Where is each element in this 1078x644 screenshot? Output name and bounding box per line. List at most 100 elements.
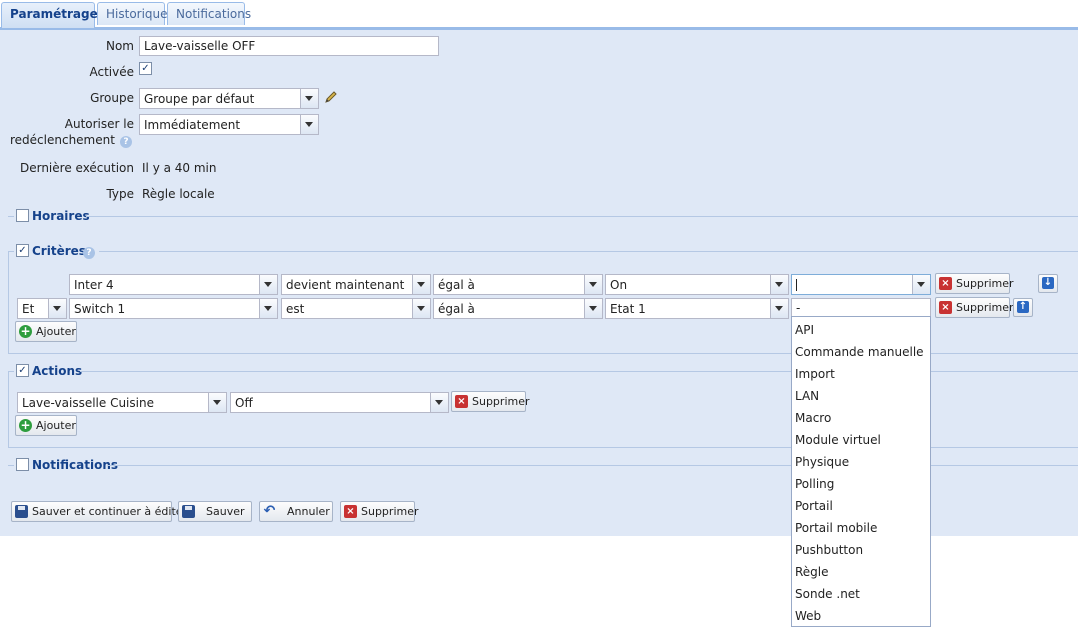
action-delete-label: Supprimer bbox=[472, 395, 530, 408]
criteria-delete-button[interactable]: × Supprimer bbox=[935, 273, 1014, 294]
criteria-device-select[interactable]: Inter 4 bbox=[69, 274, 278, 295]
chevron-down-icon[interactable] bbox=[412, 275, 430, 294]
chevron-down-icon[interactable] bbox=[770, 275, 788, 294]
save-label: Sauver bbox=[206, 505, 245, 518]
criteria-value-value: On bbox=[610, 278, 628, 292]
tab-notifications[interactable]: Notifications bbox=[167, 2, 251, 25]
criteria-value-select[interactable]: Etat 1 bbox=[605, 298, 789, 319]
groupe-select[interactable]: Groupe par défaut bbox=[139, 88, 319, 109]
dropdown-option[interactable]: Physique bbox=[795, 451, 849, 473]
floppy-disk-icon bbox=[15, 505, 28, 518]
dropdown-option[interactable]: Pushbutton bbox=[795, 539, 863, 561]
horaires-checkbox[interactable] bbox=[16, 209, 29, 222]
chevron-down-icon[interactable] bbox=[584, 299, 602, 318]
autoriser-select[interactable]: Immédiatement bbox=[139, 114, 319, 135]
redeclenchement-label: redéclenchement bbox=[10, 133, 115, 147]
dropdown-option[interactable]: Sonde .net bbox=[795, 583, 860, 605]
criteria-device-value: Inter 4 bbox=[74, 278, 114, 292]
criteres-legend: Critères bbox=[32, 244, 86, 258]
criteria-comparison-select[interactable]: égal à bbox=[433, 274, 603, 295]
criteria-value-select[interactable]: On bbox=[605, 274, 789, 295]
action-value-value: Off bbox=[235, 396, 253, 410]
chevron-down-icon[interactable] bbox=[430, 393, 448, 412]
chevron-down-icon[interactable] bbox=[259, 299, 277, 318]
chevron-down-icon[interactable] bbox=[770, 299, 788, 318]
activee-checkbox[interactable]: ✓ bbox=[139, 62, 152, 75]
dropdown-option[interactable]: Web bbox=[795, 605, 821, 627]
notifications-legend: Notifications bbox=[32, 458, 119, 472]
dropdown-option[interactable]: Portail mobile bbox=[795, 517, 877, 539]
chevron-down-icon[interactable] bbox=[584, 275, 602, 294]
save-continue-button[interactable]: Sauver et continuer à éditer bbox=[11, 501, 187, 522]
move-down-button[interactable]: ↓ bbox=[1038, 274, 1058, 293]
criteria-delete-button[interactable]: × Supprimer bbox=[935, 297, 1014, 318]
criteria-operator-value: est bbox=[286, 302, 305, 316]
dropdown-option[interactable]: Polling bbox=[795, 473, 834, 495]
delete-icon: × bbox=[939, 277, 952, 290]
derniere-execution-value: Il y a 40 min bbox=[142, 161, 217, 175]
chevron-down-icon[interactable] bbox=[259, 275, 277, 294]
criteria-conjunction-value: Et bbox=[22, 302, 35, 316]
type-value: Règle locale bbox=[142, 187, 215, 201]
dropdown-option[interactable]: Import bbox=[795, 363, 835, 385]
criteria-add-button[interactable]: + Ajouter bbox=[15, 321, 77, 342]
pencil-icon[interactable] bbox=[323, 89, 339, 105]
criteria-comparison-select[interactable]: égal à bbox=[433, 298, 603, 319]
chevron-down-icon[interactable] bbox=[208, 393, 226, 412]
groupe-select-value: Groupe par défaut bbox=[144, 92, 255, 106]
chevron-down-icon[interactable] bbox=[412, 299, 430, 318]
delete-label: Supprimer bbox=[361, 505, 419, 518]
save-button[interactable]: Sauver bbox=[178, 501, 252, 522]
tab-parametrage[interactable]: Paramétrage bbox=[1, 2, 98, 28]
add-icon: + bbox=[19, 418, 32, 432]
chevron-down-icon[interactable] bbox=[48, 299, 66, 318]
nom-input[interactable]: Lave-vaisselle OFF bbox=[139, 36, 439, 56]
criteria-operator-select[interactable]: est bbox=[281, 298, 431, 319]
divider bbox=[8, 216, 14, 217]
actions-checkbox[interactable]: ✓ bbox=[16, 364, 29, 377]
groupe-label: Groupe bbox=[90, 91, 134, 105]
divider bbox=[8, 371, 14, 372]
criteria-operator-value: devient maintenant bbox=[286, 278, 405, 292]
autoriser-label: Autoriser le bbox=[64, 117, 134, 131]
criteria-conjunction-select[interactable]: Et bbox=[17, 298, 67, 319]
dropdown-option[interactable]: Macro bbox=[795, 407, 831, 429]
help-icon[interactable]: ? bbox=[120, 136, 132, 148]
dropdown-option[interactable]: API bbox=[795, 319, 814, 341]
actions-legend: Actions bbox=[32, 364, 83, 378]
dropdown-option[interactable]: Commande manuelle bbox=[795, 341, 924, 363]
tab-bar: Paramétrage Historique Notifications bbox=[0, 0, 1078, 28]
divider bbox=[8, 251, 14, 252]
chevron-down-icon[interactable] bbox=[300, 115, 318, 134]
criteria-source-select[interactable] bbox=[791, 274, 931, 295]
chevron-down-icon[interactable] bbox=[300, 89, 318, 108]
criteria-add-label: Ajouter bbox=[36, 325, 76, 338]
criteres-checkbox[interactable]: ✓ bbox=[16, 244, 29, 257]
arrow-up-icon: ↑ bbox=[1017, 301, 1029, 313]
notifications-checkbox[interactable] bbox=[16, 458, 29, 471]
delete-button[interactable]: × Supprimer bbox=[340, 501, 419, 522]
action-value-select[interactable]: Off bbox=[230, 392, 449, 413]
action-device-select[interactable]: Lave-vaisselle Cuisine bbox=[17, 392, 227, 413]
help-icon[interactable]: ? bbox=[83, 247, 95, 259]
criteria-device-select[interactable]: Switch 1 bbox=[69, 298, 278, 319]
cancel-button[interactable]: ↶ Annuler bbox=[259, 501, 333, 522]
arrow-down-icon: ↓ bbox=[1042, 277, 1054, 289]
move-up-button[interactable]: ↑ bbox=[1013, 298, 1033, 317]
action-add-button[interactable]: + Ajouter bbox=[15, 415, 77, 436]
criteria-source-input[interactable]: - bbox=[791, 298, 931, 317]
criteria-comparison-value: égal à bbox=[438, 302, 475, 316]
divider bbox=[8, 465, 14, 466]
dropdown-option[interactable]: Portail bbox=[795, 495, 833, 517]
action-delete-button[interactable]: × Supprimer bbox=[451, 391, 530, 412]
dropdown-option[interactable]: Module virtuel bbox=[795, 429, 881, 451]
criteria-operator-select[interactable]: devient maintenant bbox=[281, 274, 431, 295]
divider bbox=[99, 251, 1078, 252]
criteria-source-value bbox=[796, 279, 797, 291]
dropdown-option[interactable]: LAN bbox=[795, 385, 819, 407]
tab-historique[interactable]: Historique bbox=[97, 2, 168, 25]
dropdown-option[interactable]: Règle bbox=[795, 561, 829, 583]
chevron-down-icon[interactable] bbox=[912, 275, 930, 294]
delete-icon: × bbox=[455, 395, 468, 408]
horaires-legend: Horaires bbox=[32, 209, 90, 223]
